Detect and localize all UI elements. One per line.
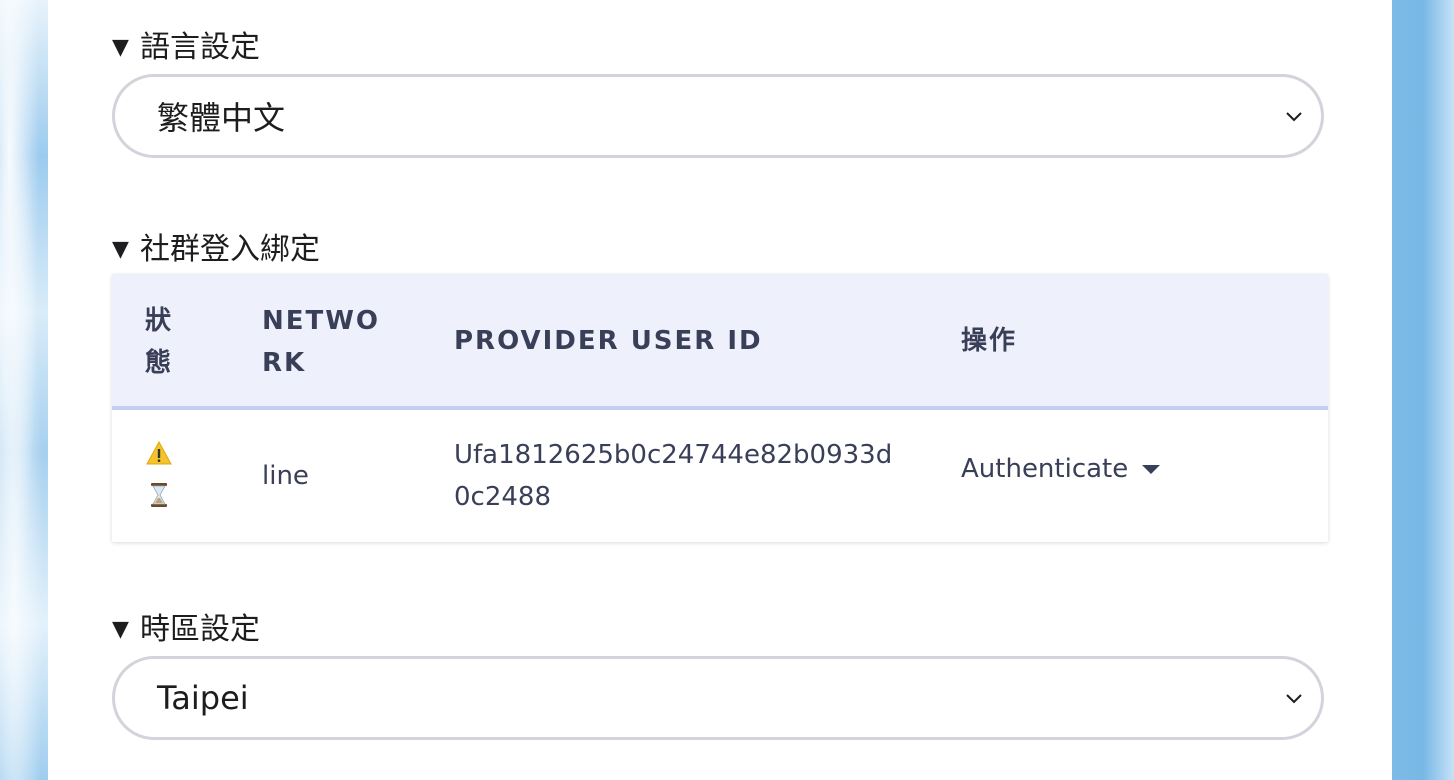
- header-network: NETWO RK: [262, 306, 381, 378]
- header-status: 狀 態: [145, 306, 174, 378]
- social-bindings-table: 狀 態 NETWO RK PROVIDER USER ID 操作 line Uf…: [112, 274, 1328, 542]
- language-select[interactable]: 繁體中文: [112, 74, 1324, 158]
- chevron-down-icon: [1286, 112, 1302, 122]
- hourglass-icon: [151, 483, 167, 507]
- social-section-label: 社群登入綁定: [140, 232, 320, 267]
- cell-provider-user-id: Ufa1812625b0c24744e82b0933d 0c2488: [454, 440, 893, 512]
- header-action: 操作: [961, 326, 1018, 356]
- authenticate-dropdown-button[interactable]: Authenticate: [961, 448, 1161, 490]
- chevron-down-icon: [1286, 694, 1302, 704]
- background-right: [1392, 0, 1454, 780]
- caret-down-icon: [1142, 464, 1161, 474]
- language-section-label: 語言設定: [140, 30, 260, 65]
- warning-icon: [146, 440, 172, 465]
- expand-triangle-icon: ▼: [112, 617, 129, 642]
- table-header: 狀 態 NETWO RK PROVIDER USER ID 操作: [112, 274, 1328, 410]
- header-provider-user-id: PROVIDER USER ID: [454, 326, 763, 356]
- language-select-value: 繁體中文: [157, 99, 286, 137]
- timezone-section-title[interactable]: ▼ 時區設定: [112, 610, 260, 650]
- expand-triangle-icon: ▼: [112, 237, 129, 262]
- language-section-title[interactable]: ▼ 語言設定: [112, 28, 260, 68]
- authenticate-label: Authenticate: [961, 454, 1129, 484]
- cell-network: line: [262, 461, 309, 491]
- expand-triangle-icon: ▼: [112, 35, 129, 60]
- background-left: [0, 0, 48, 780]
- timezone-select[interactable]: Taipei: [112, 656, 1324, 740]
- timezone-select-value: Taipei: [157, 679, 249, 717]
- social-section-title[interactable]: ▼ 社群登入綁定: [112, 230, 320, 270]
- timezone-section-label: 時區設定: [140, 612, 260, 647]
